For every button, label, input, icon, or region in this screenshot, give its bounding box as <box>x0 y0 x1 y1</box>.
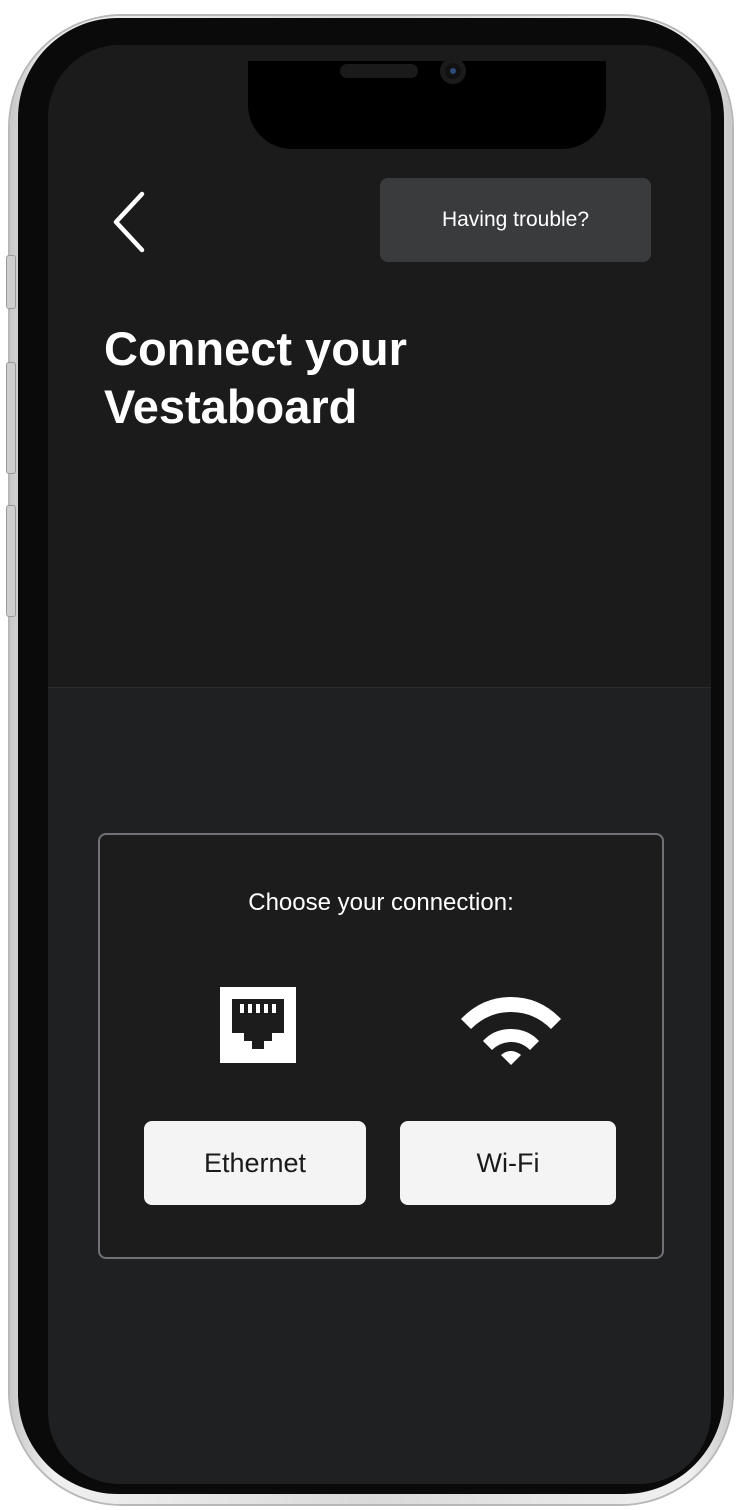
chevron-left-icon <box>113 191 145 253</box>
volume-down-button <box>6 505 16 617</box>
wifi-button[interactable]: Wi-Fi <box>400 1121 616 1205</box>
wifi-icon <box>458 995 564 1065</box>
having-trouble-button[interactable]: Having trouble? <box>380 178 651 262</box>
page-title-line-1: Connect your <box>104 322 407 375</box>
connection-card: Choose your connection: Ethernet Wi-Fi <box>98 833 664 1259</box>
ethernet-port-icon <box>220 987 296 1063</box>
volume-up-button <box>6 362 16 474</box>
connection-heading: Choose your connection: <box>248 889 514 916</box>
notch <box>248 61 606 149</box>
ethernet-button[interactable]: Ethernet <box>144 1121 366 1205</box>
ethernet-button-label: Ethernet <box>203 1147 307 1178</box>
mute-switch <box>6 255 16 309</box>
back-button[interactable] <box>104 190 154 254</box>
page-title-line-2: Vestaboard <box>104 380 358 433</box>
having-trouble-label: Having trouble? <box>441 208 590 231</box>
front-camera <box>440 58 466 84</box>
wifi-button-label: Wi-Fi <box>476 1147 540 1178</box>
earpiece-speaker <box>340 64 418 78</box>
page-title: Connect your Vestaboard <box>104 320 664 436</box>
